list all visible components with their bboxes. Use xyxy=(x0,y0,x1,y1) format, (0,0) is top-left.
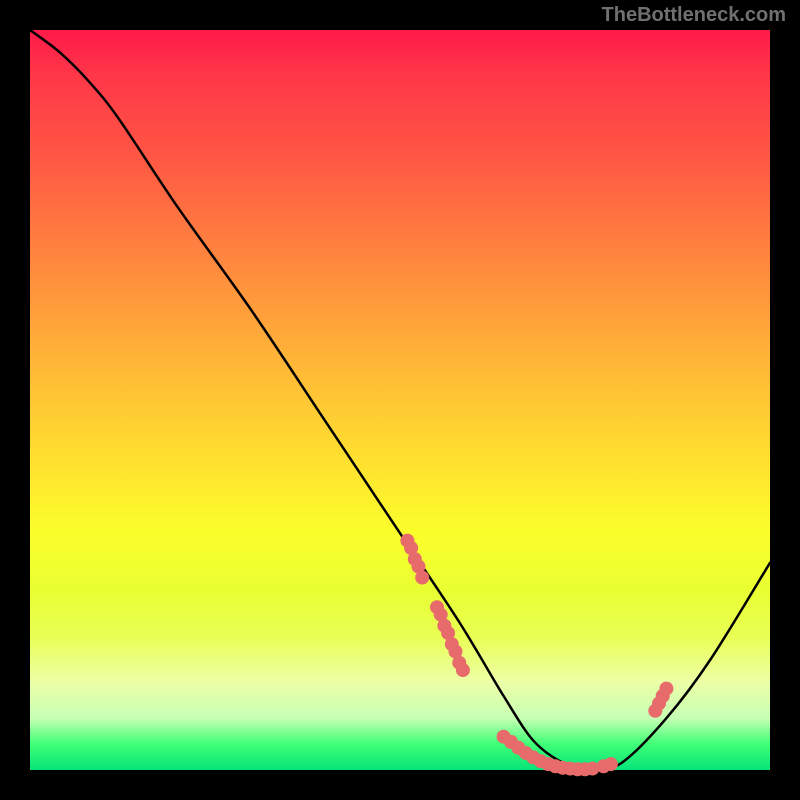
marker-dot xyxy=(659,682,673,696)
marker-layer xyxy=(400,534,673,777)
marker-dot xyxy=(415,571,429,585)
chart-svg xyxy=(30,30,770,770)
watermark-text: TheBottleneck.com xyxy=(602,4,786,27)
marker-dot xyxy=(604,757,618,771)
bottleneck-curve xyxy=(30,30,770,770)
marker-dot xyxy=(456,663,470,677)
plot-area xyxy=(30,30,770,770)
